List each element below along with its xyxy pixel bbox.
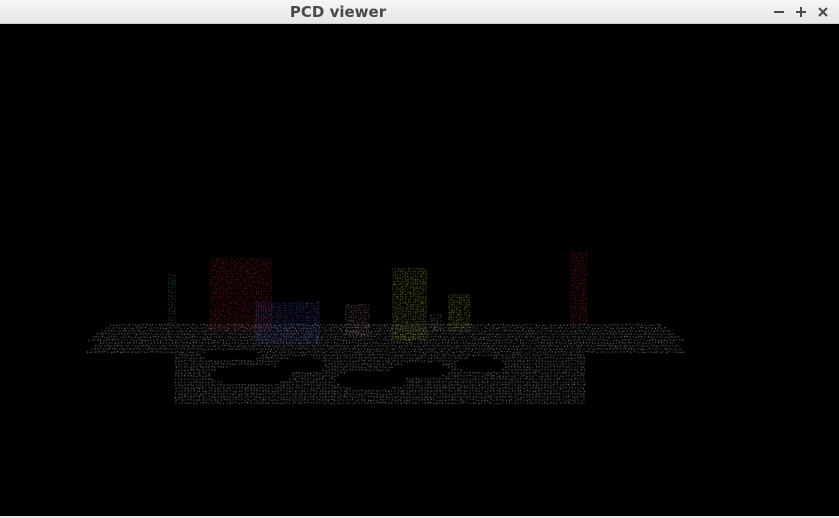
minimize-icon bbox=[774, 11, 784, 13]
close-icon bbox=[818, 7, 828, 17]
minimize-button[interactable] bbox=[771, 2, 787, 22]
window-title: PCD viewer bbox=[289, 3, 387, 21]
pcd-viewer-window: PCD viewer bbox=[0, 0, 839, 518]
close-button[interactable] bbox=[815, 2, 831, 22]
maximize-icon bbox=[796, 7, 806, 17]
maximize-button[interactable] bbox=[793, 2, 809, 22]
title-bar[interactable]: PCD viewer bbox=[0, 0, 839, 24]
window-controls bbox=[771, 0, 831, 24]
point-cloud-viewport[interactable] bbox=[0, 24, 839, 516]
